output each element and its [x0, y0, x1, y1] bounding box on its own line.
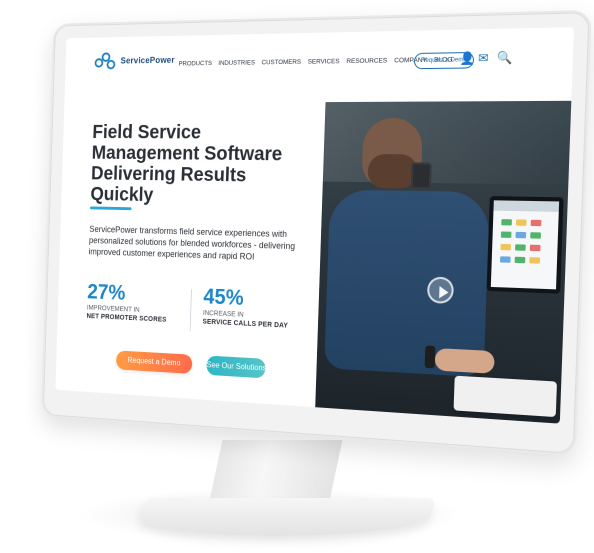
hero-stats: 27% IMPROVEMENT IN NET PROMOTER SCORES 4… [86, 279, 323, 350]
brand-logo-mark [94, 52, 116, 70]
top-navigation: ServicePower PRODUCTS INDUSTRIES CUSTOME… [64, 27, 574, 105]
stat-service-calls: 45% INCREASE IN SERVICE CALLS PER DAY [202, 284, 315, 332]
hero-description: ServicePower transforms field service ex… [88, 224, 296, 262]
screen-tile [529, 257, 541, 264]
hero-accent-line [89, 206, 132, 211]
screen-tile [515, 244, 526, 251]
coffee-mug [410, 162, 432, 190]
hero-image [315, 100, 572, 424]
monitor: ServicePower PRODUCTS INDUSTRIES CUSTOME… [41, 9, 592, 457]
background-screen-toolbar [493, 200, 560, 212]
logo-circle-right [106, 59, 116, 70]
hero-title: Field Service Management Software Delive… [90, 122, 283, 206]
stat-value: 45% [203, 284, 245, 310]
hand [434, 348, 495, 374]
wristwatch [424, 345, 436, 369]
request-demo-button[interactable]: Request a Demo [115, 350, 193, 374]
stat-net-promoter: 27% IMPROVEMENT IN NET PROMOTER SCORES [86, 279, 193, 325]
screen: ServicePower PRODUCTS INDUSTRIES CUSTOME… [55, 27, 574, 424]
screen-tile [529, 244, 541, 252]
screen-tile [514, 256, 526, 264]
main-menu: PRODUCTS INDUSTRIES CUSTOMERS SERVICES R… [179, 56, 453, 67]
menu-item-services[interactable]: SERVICES [308, 58, 340, 65]
window-glow [322, 100, 572, 185]
menu-item-industries[interactable]: INDUSTRIES [218, 60, 255, 67]
screen-tile [530, 219, 542, 227]
brand-name: ServicePower [120, 55, 175, 66]
menu-item-customers[interactable]: CUSTOMERS [261, 59, 301, 66]
see-solutions-button[interactable]: See Our Solutions [206, 355, 266, 379]
menu-item-resources[interactable]: RESOURCES [346, 57, 387, 65]
brand-logo[interactable]: ServicePower [94, 51, 175, 70]
mail-icon[interactable]: ✉ [478, 51, 491, 66]
keyboard [453, 375, 558, 418]
menu-item-products[interactable]: PRODUCTS [179, 60, 213, 67]
hero-left: Field Service Management Software Delive… [55, 102, 326, 408]
user-icon[interactable]: 👤 [459, 51, 475, 66]
play-triangle [439, 286, 449, 299]
nav-icons: 👤 ✉ 🔍 [459, 50, 513, 66]
background-computer-screen [486, 196, 564, 294]
screen-tile [499, 256, 511, 263]
screen-tile [530, 232, 541, 239]
monitor-stage: ServicePower PRODUCTS INDUSTRIES CUSTOME… [0, 0, 594, 553]
screen-tile [515, 231, 527, 239]
screen-tile [515, 219, 527, 226]
screen-tile [500, 231, 512, 238]
screen-tile [500, 243, 512, 251]
search-icon[interactable]: 🔍 [497, 50, 513, 65]
stat-value: 27% [86, 279, 126, 305]
screen-tile [501, 219, 512, 226]
